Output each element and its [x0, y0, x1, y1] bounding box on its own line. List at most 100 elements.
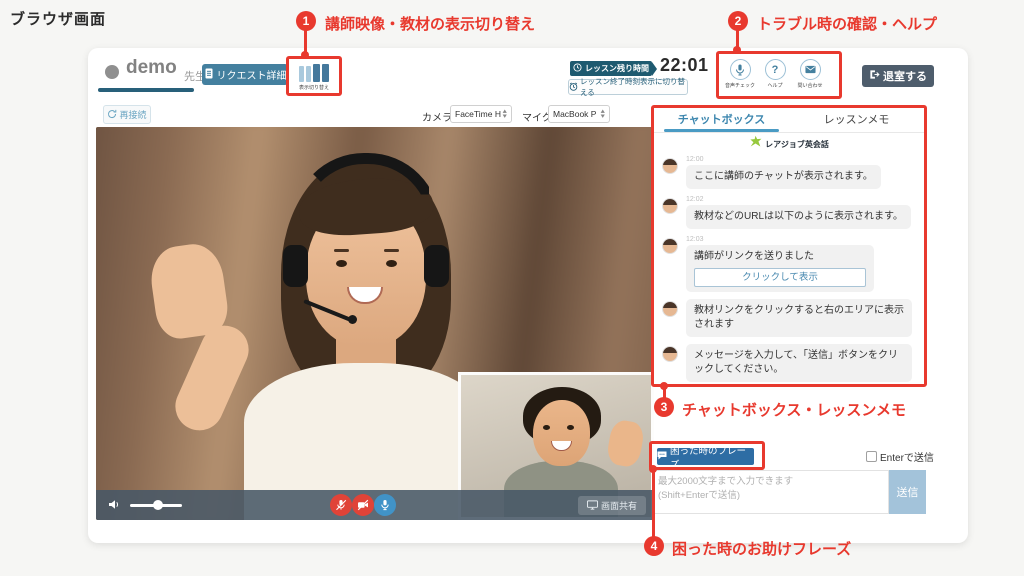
click-to-view-button[interactable]: クリックして表示: [694, 268, 866, 287]
tab-lesson-memo[interactable]: レッスンメモ: [789, 106, 924, 132]
exit-icon: [869, 69, 880, 83]
teacher-status-dot: [105, 65, 119, 79]
annotation-dot-1: [301, 51, 309, 59]
chat-message: 12:03 講師がリンクを送りました クリックして表示: [660, 236, 918, 292]
screenshot-root: ブラウザ画面 demo 先生 リクエスト詳細 表示切り替え レッスン残り時間 2…: [0, 0, 1024, 576]
reconnect-button[interactable]: 再接続: [103, 105, 151, 124]
brand-logo: レアジョブ英会話: [654, 133, 924, 155]
send-button[interactable]: 送信: [889, 470, 926, 514]
alarm-clock-icon: [569, 82, 578, 93]
camera-off-button[interactable]: [352, 494, 374, 516]
annotation-label-3: チャットボックス・レッスンメモ: [682, 399, 906, 420]
teacher-avatar: [662, 301, 678, 317]
chat-bubble-icon: [657, 451, 667, 463]
camera-select-value: FaceTime H: [455, 109, 501, 119]
help-phrases-label: 困った時のフレーズ: [670, 443, 754, 471]
end-time-switch-label: レッスン終了時刻表示に切り替える: [580, 76, 687, 98]
logo-star-icon: [749, 135, 762, 153]
speaker-icon[interactable]: [108, 498, 121, 516]
help-label: ヘルプ: [767, 82, 782, 89]
input-placeholder-line2: (Shift+Enterで送信): [658, 489, 882, 503]
leave-room-label: 退室する: [883, 68, 927, 84]
annotation-number-2: 2: [728, 11, 748, 31]
annotation-dot-3: [660, 382, 668, 390]
chat-message: 12:02 教材などのURLは以下のように表示されます。: [660, 196, 918, 229]
teacher-video: 画面共有: [96, 127, 654, 520]
message-bubble: 教材などのURLは以下のように表示されます。: [686, 205, 911, 229]
teacher-avatar: [662, 158, 678, 174]
leave-room-button[interactable]: 退室する: [862, 65, 934, 87]
audio-check-button[interactable]: 音声チェック: [722, 59, 758, 89]
chat-tabs: チャットボックス レッスンメモ: [654, 106, 924, 133]
teacher-name-underline: [98, 88, 194, 92]
lesson-room-window: demo 先生 リクエスト詳細 表示切り替え レッスン残り時間 22:01 レッ…: [88, 48, 968, 543]
refresh-icon: [107, 109, 117, 121]
contact-button[interactable]: 問い合わせ: [792, 59, 828, 89]
chevron-updown-icon: ▴▾: [503, 109, 507, 119]
annotation-number-4: 4: [644, 536, 664, 556]
document-icon: [204, 68, 214, 82]
message-timestamp: 12:03: [686, 236, 918, 243]
request-detail-button[interactable]: リクエスト詳細: [202, 64, 288, 85]
remaining-time-badge: レッスン残り時間: [570, 61, 652, 76]
message-timestamp: 12:00: [686, 156, 918, 163]
clock-icon: [573, 63, 582, 74]
chat-message: 12:00 ここに講師のチャットが表示されます。: [660, 156, 918, 189]
chat-panel: チャットボックス レッスンメモ レアジョブ英会話 12:00 ここに講師のチャッ…: [654, 106, 924, 386]
chat-message: メッセージを入力して、「送信」ボタンをクリックしてください。: [660, 344, 918, 382]
annotation-line-4: [652, 470, 655, 537]
monitor-icon: [587, 500, 598, 512]
headset-mic: [348, 315, 357, 324]
remaining-time-label: レッスン残り時間: [585, 63, 649, 74]
volume-slider-thumb[interactable]: [153, 500, 163, 510]
layout-bars-icon: [299, 64, 329, 82]
question-icon: ?: [765, 59, 786, 80]
contact-label: 問い合わせ: [797, 82, 822, 89]
help-button[interactable]: ? ヘルプ: [757, 59, 793, 89]
annotation-label-1: 講師映像・教材の表示切り替え: [325, 13, 535, 34]
message-bubble: 講師がリンクを送りました クリックして表示: [686, 245, 874, 292]
logo-text: レアジョブ英会話: [765, 139, 829, 150]
display-toggle-label: 表示切り替え: [299, 84, 329, 91]
chevron-updown-icon: ▴▾: [601, 109, 605, 119]
display-toggle-button[interactable]: 表示切り替え: [289, 59, 339, 95]
chat-message: 教材リンクをクリックすると右のエリアに表示されます: [660, 299, 918, 337]
request-detail-label: リクエスト詳細: [217, 67, 287, 82]
message-bubble: 教材リンクをクリックすると右のエリアに表示されます: [686, 299, 912, 337]
tab-chatbox[interactable]: チャットボックス: [654, 106, 789, 132]
mic-muted-button[interactable]: [330, 494, 352, 516]
enter-send-option: Enterで送信: [866, 449, 934, 464]
mail-icon: [800, 59, 821, 80]
video-control-bar: 画面共有: [96, 490, 654, 520]
help-phrases-button[interactable]: 困った時のフレーズ: [657, 448, 754, 465]
message-bubble: ここに講師のチャットが表示されます。: [686, 165, 881, 189]
mic-select-value: MacBook P: [553, 109, 596, 119]
audio-check-label: 音声チェック: [725, 82, 755, 89]
annotation-label-2: トラブル時の確認・ヘルプ: [757, 13, 937, 34]
teacher-name: demo: [126, 57, 177, 79]
message-timestamp: 12:02: [686, 196, 918, 203]
reconnect-label: 再接続: [119, 108, 146, 121]
end-time-switch-button[interactable]: レッスン終了時刻表示に切り替える: [568, 79, 688, 95]
screen-share-button[interactable]: 画面共有: [578, 496, 646, 515]
enter-send-label: Enterで送信: [880, 449, 934, 464]
mic-on-button[interactable]: [374, 494, 396, 516]
input-placeholder-line1: 最大2000文字まで入力できます: [658, 475, 882, 489]
chat-message-list: 12:00 ここに講師のチャットが表示されます。 12:02 教材などのURLは…: [654, 156, 924, 382]
mic-select[interactable]: MacBook P ▴▾: [548, 105, 610, 123]
remaining-time-value: 22:01: [660, 55, 709, 76]
annotation-number-3: 3: [654, 397, 674, 417]
screen-share-label: 画面共有: [601, 499, 637, 512]
teacher-avatar: [662, 238, 678, 254]
annotation-dot-4: [649, 465, 657, 473]
message-input[interactable]: 最大2000文字まで入力できます (Shift+Enterで送信): [651, 470, 889, 514]
annotation-number-1: 1: [296, 11, 316, 31]
annotation-dot-2: [733, 46, 741, 54]
camera-select[interactable]: FaceTime H ▴▾: [450, 105, 512, 123]
page-title: ブラウザ画面: [10, 8, 106, 29]
teacher-avatar: [662, 198, 678, 214]
mic-icon: [730, 59, 751, 80]
message-text: 講師がリンクを送りました: [694, 251, 814, 262]
annotation-label-4: 困った時のお助けフレーズ: [672, 538, 851, 559]
enter-send-checkbox[interactable]: [866, 451, 877, 462]
